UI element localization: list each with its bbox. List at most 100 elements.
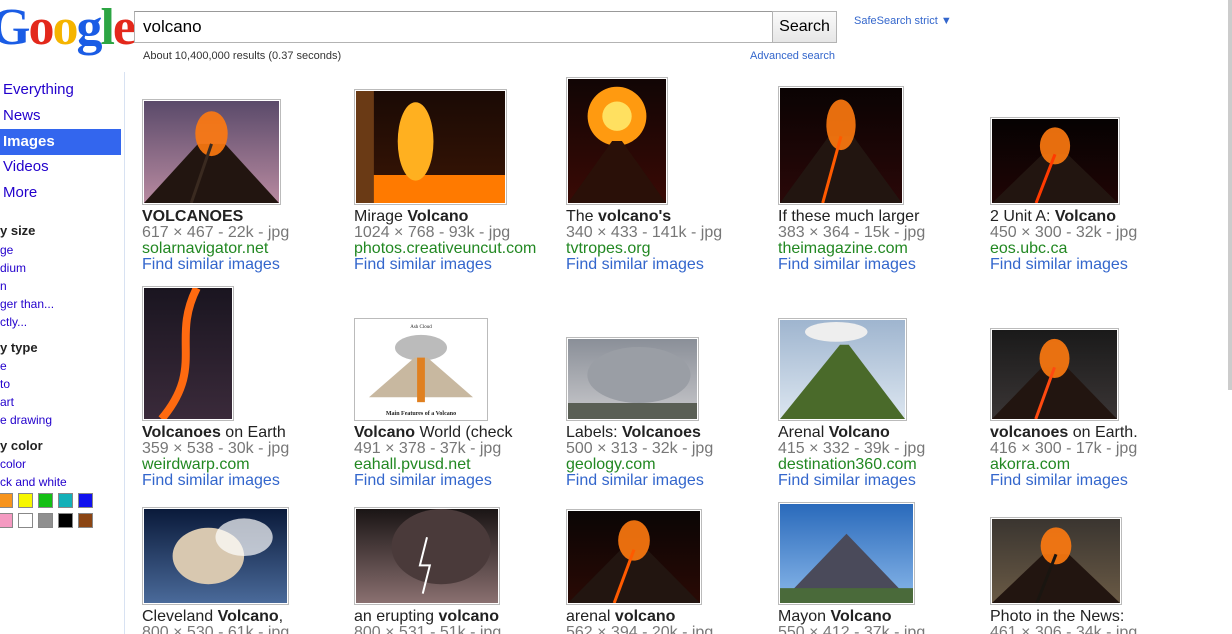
size-filter-exactly[interactable]: ctly... [0, 315, 27, 329]
find-similar-link[interactable]: Find similar images [142, 256, 280, 274]
result-thumbnail[interactable] [142, 507, 289, 605]
scrollbar[interactable] [1228, 0, 1232, 390]
nav-more[interactable]: More [0, 180, 121, 206]
result-title-part: Mirage [354, 208, 408, 225]
size-filter-large[interactable]: ge [0, 243, 13, 257]
color-swatch[interactable] [0, 513, 13, 528]
color-swatch[interactable] [38, 513, 53, 528]
logo-letter: o [28, 0, 54, 56]
result-thumbnail[interactable] [990, 117, 1120, 205]
color-filter-black-white[interactable]: ck and white [0, 475, 67, 489]
result-title-part: Volcanoes [622, 424, 701, 441]
result-thumbnail[interactable]: Main Features of a Volcano Ash Cloud [354, 318, 488, 421]
type-filter-face[interactable]: e [0, 359, 7, 373]
result-title-part: World (check [415, 424, 513, 441]
logo-letter: e [112, 0, 136, 56]
find-similar-link[interactable]: Find similar images [778, 256, 916, 274]
result-title-part: on Earth. [1068, 424, 1138, 441]
result-title-part: Volcano [354, 424, 416, 441]
size-filter-icon[interactable]: n [0, 279, 7, 293]
safesearch-dropdown[interactable]: SafeSearch strict ▼ [854, 15, 952, 27]
color-swatch[interactable] [18, 513, 33, 528]
result-title-part: volcano's [598, 208, 672, 225]
result-thumbnail[interactable] [990, 328, 1119, 421]
find-similar-link[interactable]: Find similar images [778, 472, 916, 490]
size-filter-medium[interactable]: dium [0, 261, 26, 275]
svg-text:Main Features of a Volcano: Main Features of a Volcano [386, 411, 456, 417]
nav-everything[interactable]: Everything [0, 77, 121, 103]
logo-letter: o [52, 0, 78, 56]
color-swatch[interactable] [38, 493, 53, 508]
find-similar-link[interactable]: Find similar images [354, 256, 492, 274]
result-thumbnail[interactable] [778, 318, 907, 421]
color-filter-heading: y color [0, 438, 43, 453]
logo-letter: g [76, 0, 102, 56]
find-similar-link[interactable]: Find similar images [566, 472, 704, 490]
logo-letter: l [100, 0, 115, 56]
color-swatch[interactable] [0, 493, 13, 508]
left-sidebar: Everything News Images Videos More y siz… [0, 72, 125, 634]
type-filter-clip-art[interactable]: art [0, 395, 14, 409]
result-thumbnail[interactable] [566, 509, 702, 605]
svg-text:Ash Cloud: Ash Cloud [410, 325, 432, 330]
result-thumbnail[interactable] [566, 337, 699, 421]
result-thumbnail[interactable] [778, 502, 915, 605]
color-filter-full-color[interactable]: color [0, 457, 26, 471]
result-title-part: arenal [566, 608, 615, 625]
results-stats: About 10,400,000 results (0.37 seconds) [143, 50, 342, 62]
nav-images[interactable]: Images [0, 129, 121, 155]
result-title-part: Volcano [830, 608, 892, 625]
result-thumbnail[interactable] [354, 89, 507, 205]
nav-videos[interactable]: Videos [0, 154, 121, 180]
color-swatch[interactable] [78, 513, 93, 528]
result-title-part: Labels: [566, 424, 623, 441]
result-title-part: Volcano [828, 424, 890, 441]
google-logo[interactable]: Google [0, 0, 136, 56]
result-title-part: volcano [438, 608, 499, 625]
result-title-part: VOLCANOES [142, 208, 244, 225]
result-title-part: volcano [614, 608, 676, 625]
result-title-part: Volcano [217, 608, 279, 625]
type-filter-photo[interactable]: to [0, 377, 10, 391]
search-box[interactable] [134, 11, 774, 43]
color-swatch[interactable] [18, 493, 33, 508]
type-filter-heading: y type [0, 340, 38, 355]
result-title-part: , [278, 608, 284, 625]
color-swatch[interactable] [58, 513, 73, 528]
result-title-part: an erupting [354, 608, 439, 625]
search-input[interactable] [135, 12, 773, 42]
find-similar-link[interactable]: Find similar images [142, 472, 280, 490]
result-thumbnail[interactable] [354, 507, 500, 605]
result-title-part: Cleveland [142, 608, 218, 625]
result-meta: 550 × 412 - 37k - jpg [778, 624, 926, 634]
color-swatch[interactable] [58, 493, 73, 508]
result-meta: 800 × 530 - 61k - jpg [142, 624, 290, 634]
result-title-part: Photo in the News: [990, 608, 1125, 625]
result-title-part: 2 Unit A: [990, 208, 1055, 225]
result-title-part: Arenal [778, 424, 829, 441]
find-similar-link[interactable]: Find similar images [566, 256, 704, 274]
result-meta: 562 × 394 - 20k - jpg [566, 624, 714, 634]
color-swatch[interactable] [78, 493, 93, 508]
type-filter-line-drawing[interactable]: e drawing [0, 413, 52, 427]
result-title-part: on Earth [220, 424, 286, 441]
result-title-part: If these much larger [778, 208, 920, 225]
result-thumbnail[interactable] [990, 517, 1122, 605]
result-meta: 800 × 531 - 51k - jpg [354, 624, 502, 634]
size-filter-larger-than[interactable]: ger than... [0, 297, 54, 311]
search-button[interactable]: Search [772, 11, 837, 43]
result-title-part: Mayon [778, 608, 831, 625]
result-thumbnail[interactable] [566, 77, 668, 205]
result-title-part: The [566, 208, 599, 225]
find-similar-link[interactable]: Find similar images [990, 256, 1128, 274]
find-similar-link[interactable]: Find similar images [990, 472, 1128, 490]
result-thumbnail[interactable] [142, 286, 234, 421]
find-similar-link[interactable]: Find similar images [354, 472, 492, 490]
result-thumbnail[interactable] [778, 86, 904, 205]
result-meta: 461 × 306 - 34k - jpg [990, 624, 1138, 634]
advanced-search-link[interactable]: Advanced search [750, 50, 835, 62]
logo-letter: G [0, 0, 30, 56]
nav-news[interactable]: News [0, 103, 121, 129]
result-thumbnail[interactable] [142, 99, 281, 205]
size-filter-heading: y size [0, 223, 36, 238]
